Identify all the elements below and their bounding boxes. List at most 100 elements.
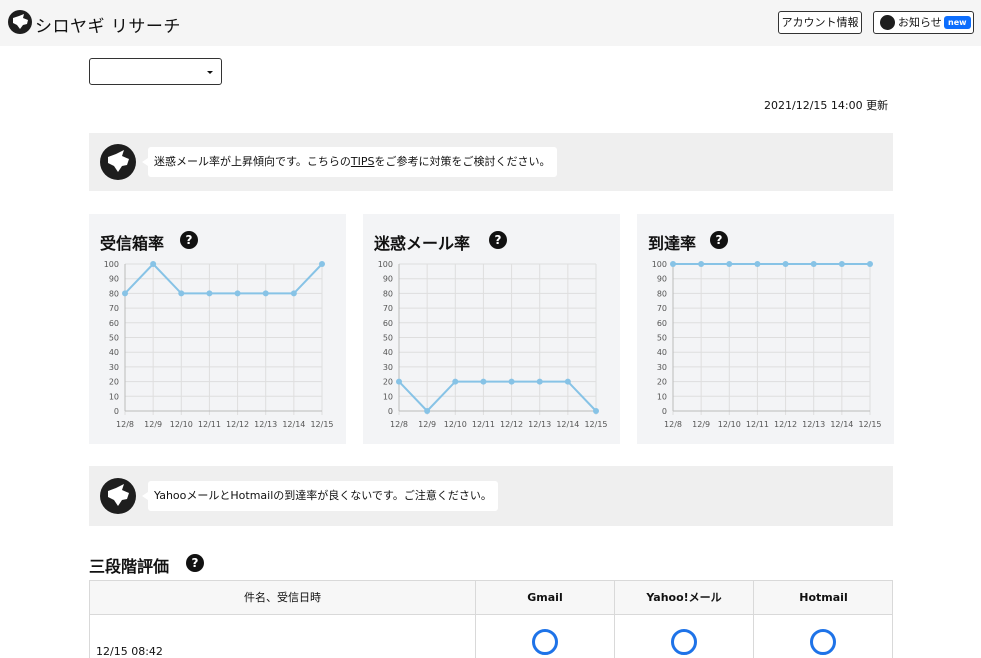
inbox-rate-chart: 0 10 20 30 40 50 60 70 80 90 100 12/8 12/9 12/10 12/11…	[104, 260, 334, 429]
chart-title: 受信箱率	[100, 234, 165, 253]
y-tick-label: 60	[109, 319, 119, 328]
goat-mini-icon	[880, 15, 895, 30]
y-tick-label: 60	[383, 319, 393, 328]
hotmail-cell	[754, 615, 893, 658]
period-select[interactable]	[89, 58, 222, 85]
x-tick-label: 12/13	[802, 420, 825, 429]
data-point	[262, 290, 269, 297]
question-circle-icon[interactable]: ?	[710, 231, 728, 249]
x-tick-label: 12/14	[282, 420, 305, 429]
y-tick-label: 40	[657, 348, 667, 357]
data-point	[290, 290, 297, 297]
y-tick-label: 20	[657, 378, 667, 387]
x-tick-label: 12/9	[144, 420, 162, 429]
data-point	[536, 378, 543, 385]
column-header-hotmail: Hotmail	[799, 591, 848, 604]
y-tick-label: 50	[657, 334, 667, 343]
question-circle-icon[interactable]: ?	[489, 231, 507, 249]
data-point	[698, 261, 705, 267]
y-tick-label: 50	[383, 334, 393, 343]
data-point	[508, 378, 515, 385]
data-point	[726, 261, 733, 267]
y-tick-label: 0	[662, 407, 667, 416]
table-row[interactable]: 12/15 08:42	[90, 615, 892, 658]
x-tick-label: 12/8	[390, 420, 408, 429]
data-point	[593, 408, 599, 414]
y-tick-label: 20	[383, 378, 393, 387]
notice-text-before: 迷惑メール率が上昇傾向です。こちらの	[154, 155, 351, 168]
question-circle-icon[interactable]: ?	[180, 231, 198, 249]
x-tick-label: 12/11	[746, 420, 769, 429]
chart-card-spam-rate: 迷惑メール率 ? 0 10 20 30 40 50 60 70 80 90 100 12/8 12/9 1…	[363, 214, 620, 444]
y-tick-label: 40	[109, 348, 119, 357]
y-tick-label: 70	[657, 304, 667, 313]
notice-text-after: をご参考に対策をご検討ください。	[374, 155, 551, 168]
notice-button[interactable]: お知らせ new	[873, 11, 974, 34]
y-tick-label: 90	[657, 275, 667, 284]
spam-rate-chart: 0 10 20 30 40 50 60 70 80 90 100 12/8 12/9 12/10 12/11…	[378, 260, 608, 429]
gmail-cell	[476, 615, 615, 658]
evaluation-table: 件名、受信日時 Gmail Yahoo!メール Hotmail 12/15 08…	[89, 580, 893, 658]
x-tick-label: 12/9	[418, 420, 436, 429]
y-tick-label: 80	[109, 289, 119, 298]
x-tick-label: 12/13	[254, 420, 277, 429]
goat-avatar-icon	[100, 478, 136, 514]
brand-name[interactable]: シロヤギ リサーチ	[35, 12, 181, 37]
question-circle-icon[interactable]: ?	[186, 554, 204, 572]
goat-logo-icon[interactable]	[8, 10, 32, 34]
notice-box-delivery: YahooメールとHotmailの到達率が良くないです。ご注意ください。	[89, 466, 893, 526]
x-tick-label: 12/10	[718, 420, 741, 429]
data-point	[178, 290, 185, 297]
chart-title: 迷惑メール率	[374, 234, 471, 253]
y-tick-label: 30	[109, 363, 119, 372]
data-point	[122, 290, 128, 297]
goat-avatar-icon	[100, 144, 136, 180]
section-title-evaluation: 三段階評価	[89, 557, 170, 576]
data-point	[564, 378, 571, 385]
y-tick-label: 30	[383, 363, 393, 372]
x-tick-label: 12/8	[116, 420, 134, 429]
updated-timestamp: 2021/12/15 14:00 更新	[764, 99, 889, 112]
subject-cell: 12/15 08:42	[90, 615, 476, 658]
new-badge: new	[944, 16, 971, 29]
y-tick-label: 20	[109, 378, 119, 387]
chart-card-inbox-rate: 受信箱率 ? 0 10 20 30 40 50 60 70 80 90 100 12/8 12/9 12/…	[89, 214, 346, 444]
column-header-gmail: Gmail	[476, 581, 615, 615]
x-tick-label: 12/13	[528, 420, 551, 429]
y-tick-label: 70	[109, 304, 119, 313]
x-tick-label: 12/14	[556, 420, 579, 429]
data-point	[754, 261, 761, 267]
y-tick-label: 100	[652, 260, 667, 269]
y-tick-label: 0	[114, 407, 119, 416]
data-point	[782, 261, 789, 267]
data-point	[319, 261, 325, 267]
account-info-button[interactable]: アカウント情報	[778, 11, 862, 34]
y-tick-label: 10	[109, 392, 119, 401]
y-tick-label: 30	[657, 363, 667, 372]
received-date: 12/15 08:42	[96, 645, 163, 658]
y-tick-label: 10	[383, 392, 393, 401]
x-tick-label: 12/10	[444, 420, 467, 429]
y-tick-label: 80	[383, 289, 393, 298]
data-point	[150, 261, 157, 267]
y-tick-label: 70	[383, 304, 393, 313]
column-header-yahoo: Yahoo!メール	[615, 581, 754, 615]
data-point	[424, 408, 431, 414]
caret-down-icon	[207, 71, 213, 74]
data-point	[206, 290, 213, 297]
x-tick-label: 12/12	[226, 420, 249, 429]
y-tick-label: 40	[383, 348, 393, 357]
good-circle-icon	[671, 629, 697, 655]
good-circle-icon	[810, 629, 836, 655]
chart-card-delivery-rate: 到達率 ? 0 10 20 30 40 50 60 70 80 90 100 12/8 12/9 12/1…	[637, 214, 894, 444]
y-tick-label: 10	[657, 392, 667, 401]
table-header: 件名、受信日時 Gmail Yahoo!メール Hotmail	[90, 581, 892, 615]
y-tick-label: 0	[388, 407, 393, 416]
tips-link[interactable]: TIPS	[351, 155, 375, 168]
y-tick-label: 80	[657, 289, 667, 298]
app-header: シロヤギ リサーチ アカウント情報 お知らせ new	[0, 0, 981, 46]
data-point	[670, 261, 676, 267]
x-tick-label: 12/15	[858, 420, 881, 429]
y-tick-label: 90	[109, 275, 119, 284]
notice-box-spam: 迷惑メール率が上昇傾向です。こちらのTIPSをご参考に対策をご検討ください。	[89, 133, 893, 191]
